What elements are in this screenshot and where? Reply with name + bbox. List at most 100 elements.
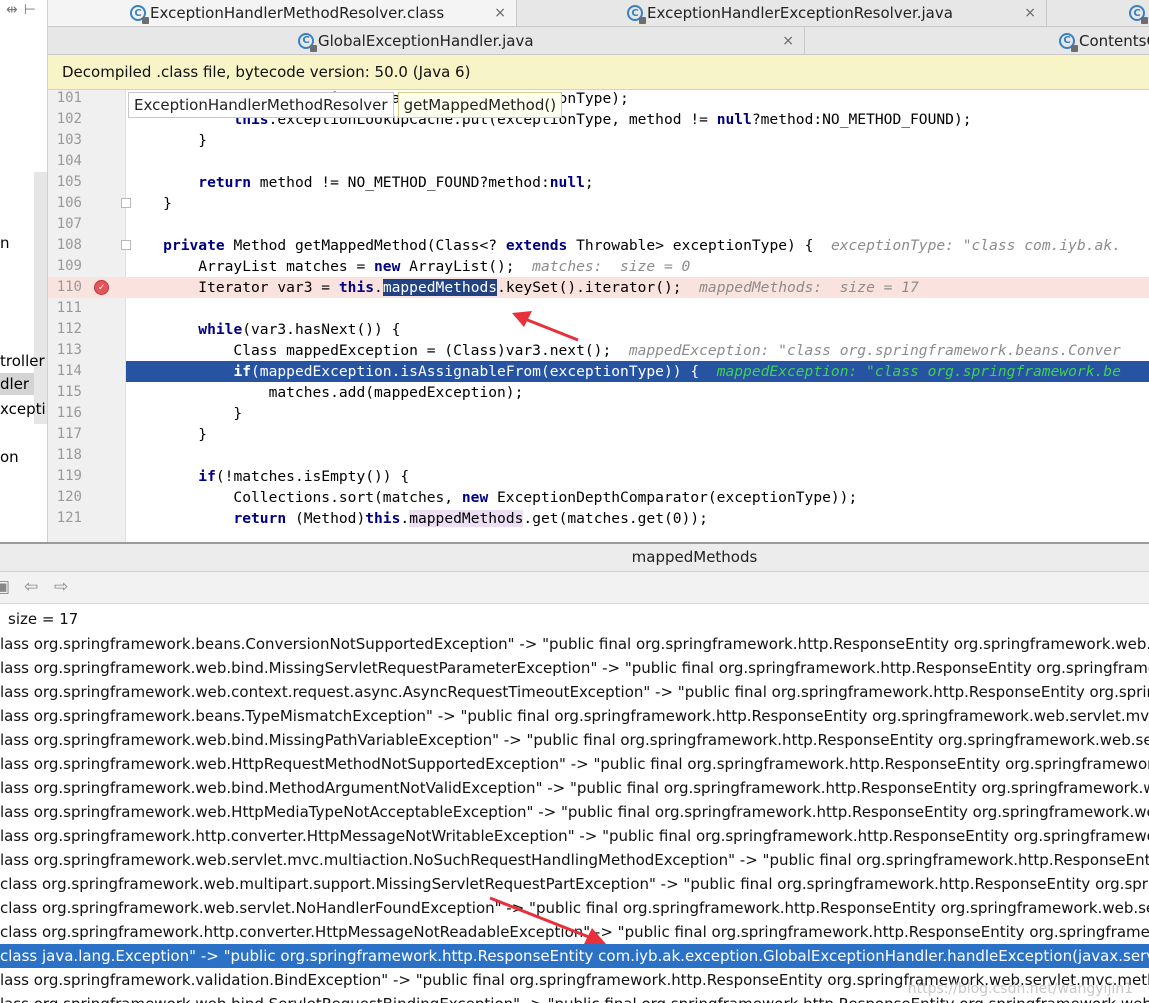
- line-number: 121: [56, 510, 82, 526]
- popup-evaluate-icon[interactable]: ▣: [0, 577, 10, 597]
- code-line[interactable]: 118: [48, 445, 1149, 466]
- class-file-icon: C: [1129, 5, 1148, 24]
- map-entry[interactable]: lass org.springframework.web.bind.Method…: [0, 776, 1149, 800]
- project-toolbar: ⇹ ⊢: [0, 2, 47, 24]
- breakpoint-icon[interactable]: ✓: [94, 280, 109, 295]
- map-entry[interactable]: class java.lang.Exception" -> "public or…: [0, 944, 1149, 968]
- project-panel-sliver: ⇹ ⊢ n troller dler xcepti on: [0, 0, 48, 545]
- code-line[interactable]: 120 Collections.sort(matches, new Except…: [48, 487, 1149, 508]
- close-icon[interactable]: ×: [494, 5, 506, 21]
- code-text: private Method getMappedMethod(Class<? e…: [163, 237, 1121, 254]
- line-number: 118: [56, 447, 82, 463]
- watermark: https://blog.csdn.net/wangyijin1: [907, 981, 1133, 997]
- selected-identifier[interactable]: mappedMethods: [382, 279, 498, 296]
- code-text: return (Method)this.mappedMethods.get(ma…: [233, 510, 708, 527]
- code-text: if(!matches.isEmpty()) {: [198, 468, 410, 485]
- map-entry[interactable]: class org.springframework.http.converter…: [0, 920, 1149, 944]
- map-entry[interactable]: lass org.springframework.beans.Conversio…: [0, 632, 1149, 656]
- code-line[interactable]: 113 Class mappedException = (Class)var3.…: [48, 340, 1149, 361]
- line-number: 104: [56, 153, 82, 169]
- line-number: 110: [56, 279, 82, 295]
- code-line[interactable]: 103 }: [48, 130, 1149, 151]
- line-number: 111: [56, 300, 82, 316]
- tab-label: ExceptionHandlerMethodResolver.class: [150, 4, 445, 22]
- inline-debug-value: mappedMethods: size = 17: [681, 279, 919, 296]
- map-entry[interactable]: lass org.springframework.web.servlet.mvc…: [0, 848, 1149, 872]
- line-number: 109: [56, 258, 82, 274]
- editor-tabs-row-2: C GlobalExceptionHandler.java × C Conten…: [48, 27, 1149, 55]
- map-entry[interactable]: lass org.springframework.web.bind.Missin…: [0, 728, 1149, 752]
- map-entry[interactable]: lass org.springframework.web.context.req…: [0, 680, 1149, 704]
- code-line[interactable]: 112 while(var3.hasNext()) {: [48, 319, 1149, 340]
- line-number: 107: [56, 216, 82, 232]
- close-icon[interactable]: ×: [1024, 5, 1036, 21]
- code-line[interactable]: 106 }: [48, 193, 1149, 214]
- line-number: 112: [56, 321, 82, 337]
- class-file-icon: C: [130, 5, 149, 24]
- map-entry[interactable]: lass org.springframework.http.converter.…: [0, 824, 1149, 848]
- map-entry[interactable]: lass org.springframework.web.bind.Missin…: [0, 656, 1149, 680]
- project-tree-item[interactable]: n: [0, 232, 10, 254]
- project-tree-item[interactable]: troller: [0, 350, 45, 372]
- code-text: ArrayList matches = new ArrayList(); mat…: [128, 258, 691, 275]
- inline-debug-value: mappedException: "class org.springframew…: [611, 342, 1121, 359]
- line-number: 113: [56, 342, 82, 358]
- line-number: 120: [56, 489, 82, 505]
- class-file-icon: C: [298, 32, 317, 52]
- map-entry[interactable]: lass org.springframework.beans.TypeMisma…: [0, 704, 1149, 728]
- line-number: 116: [56, 405, 82, 421]
- code-line[interactable]: 117 }: [48, 424, 1149, 445]
- code-line[interactable]: 119 if(!matches.isEmpty()) {: [48, 466, 1149, 487]
- line-number: 101: [56, 90, 82, 106]
- map-entry[interactable]: class org.springframework.web.servlet.No…: [0, 896, 1149, 920]
- code-line[interactable]: 110 ✓ Iterator var3 = this.mappedMethods.…: [48, 277, 1149, 298]
- class-file-icon: C: [627, 5, 646, 24]
- code-line[interactable]: 105 return method != NO_METHOD_FOUND?met…: [48, 172, 1149, 193]
- code-line[interactable]: 111: [48, 298, 1149, 319]
- popup-title: mappedMethods: [0, 544, 1149, 572]
- back-icon[interactable]: ⇦: [24, 577, 38, 597]
- code-text: return method != NO_METHOD_FOUND?method:…: [198, 174, 594, 191]
- decompiled-banner: Decompiled .class file, bytecode version…: [48, 55, 1149, 90]
- line-number: 102: [56, 111, 82, 127]
- code-line[interactable]: 115 matches.add(mappedException);: [48, 382, 1149, 403]
- project-tree-item[interactable]: dler: [0, 373, 34, 395]
- forward-icon[interactable]: ⇨: [54, 577, 68, 597]
- code-text: }: [128, 195, 172, 212]
- split-icon[interactable]: ⇹: [6, 2, 18, 18]
- close-icon[interactable]: ×: [782, 33, 794, 49]
- code-text: }: [128, 405, 243, 422]
- class-file-icon: C: [1059, 32, 1078, 52]
- code-line[interactable]: 104: [48, 151, 1149, 172]
- line-number: 106: [56, 195, 82, 211]
- breadcrumb-class[interactable]: ExceptionHandlerMethodResolver: [128, 92, 394, 118]
- project-tree-item[interactable]: on: [0, 446, 19, 468]
- code-text: }: [128, 132, 208, 149]
- code-text: }: [128, 426, 208, 443]
- code-line[interactable]: 116 }: [48, 403, 1149, 424]
- breadcrumb-method[interactable]: getMappedMethod(): [397, 92, 563, 118]
- map-entry[interactable]: class org.springframework.web.multipart.…: [0, 872, 1149, 896]
- code-line[interactable]: 108 private Method getMappedMethod(Class…: [48, 235, 1149, 256]
- code-line[interactable]: 121 return (Method)this.mappedMethods.ge…: [48, 508, 1149, 529]
- map-entry[interactable]: lass org.springframework.web.HttpRequest…: [0, 752, 1149, 776]
- tab-exception-handler-method-resolver[interactable]: C ExceptionHandlerMethodResolver.class ×: [48, 0, 517, 26]
- tab-contents[interactable]: C ContentsO: [805, 27, 1149, 54]
- banner-text: Decompiled .class file, bytecode version…: [62, 63, 471, 81]
- popup-toolbar: ▣ ⇦ ⇨: [0, 572, 1149, 604]
- tab-exception-handler-exception-resolver[interactable]: C ExceptionHandlerExceptionResolver.java…: [517, 0, 1047, 26]
- project-tree-item[interactable]: xcepti: [0, 398, 46, 420]
- line-number: 114: [56, 363, 82, 379]
- code-line[interactable]: 109 ArrayList matches = new ArrayList();…: [48, 256, 1149, 277]
- project-scrollbar[interactable]: [34, 172, 47, 424]
- collapse-icon[interactable]: ⊢: [24, 2, 36, 18]
- code-line[interactable]: 107: [48, 214, 1149, 235]
- code-text: if(mappedException.isAssignableFrom(exce…: [233, 363, 1121, 380]
- editor-tabs-row-1: C ExceptionHandlerMethodResolver.class ×…: [48, 0, 1149, 27]
- code-line[interactable]: 114 if(mappedException.isAssignableFrom(…: [48, 361, 1149, 382]
- tab-overflow[interactable]: C: [1047, 0, 1149, 26]
- map-entry[interactable]: lass org.springframework.web.HttpMediaTy…: [0, 800, 1149, 824]
- tab-global-exception-handler[interactable]: C GlobalExceptionHandler.java ×: [48, 27, 805, 54]
- code-editor[interactable]: 101 method = this.getMappedMethod(except…: [48, 90, 1149, 542]
- code-text: matches.add(mappedException);: [128, 384, 524, 401]
